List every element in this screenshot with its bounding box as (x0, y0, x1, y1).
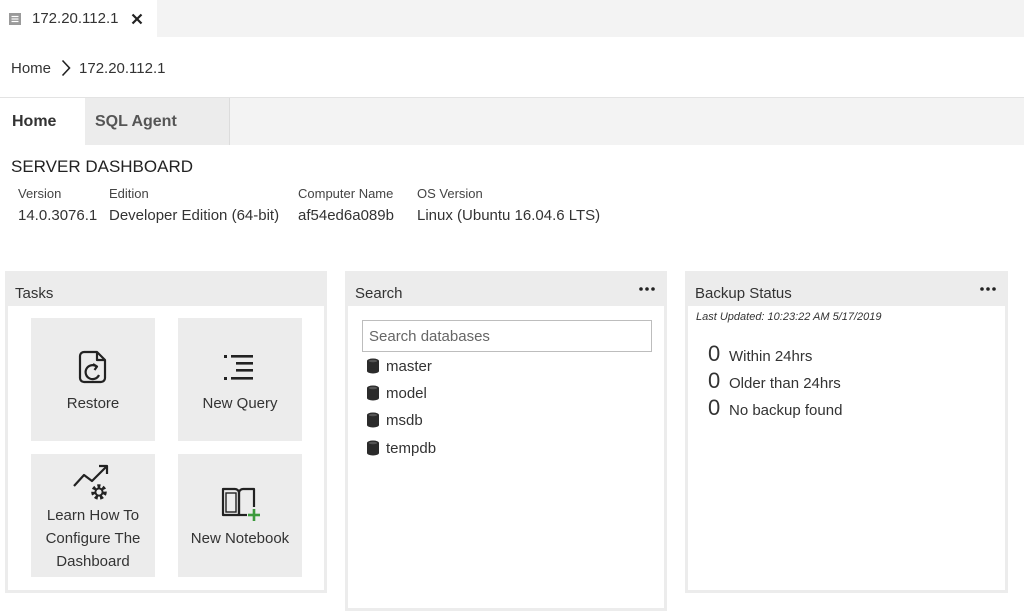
search-widget: Search master model msdb tempdb (345, 271, 667, 611)
backup-label: No backup found (729, 402, 843, 419)
database-item-msdb[interactable]: msdb (366, 409, 423, 431)
close-icon[interactable] (130, 12, 144, 26)
breadcrumb-home[interactable]: Home (11, 60, 51, 77)
database-icon (367, 358, 379, 374)
database-icon (367, 412, 379, 428)
backup-count: 0 (708, 395, 721, 420)
os-version-label: OS Version (417, 186, 483, 201)
new-query-icon (224, 355, 253, 380)
tab-title: 172.20.112.1 (32, 10, 119, 27)
task-label: New Notebook (190, 530, 290, 547)
learn-configure-dashboard-button[interactable]: Learn How To Configure The Dashboard (31, 454, 155, 577)
os-version-value: Linux (Ubuntu 16.04.6 LTS) (417, 207, 601, 224)
more-options-icon[interactable] (979, 282, 997, 296)
backup-row-no-backup-found: 0 No backup found (708, 395, 842, 421)
version-value: 14.0.3076.1 (18, 207, 98, 224)
new-notebook-button[interactable]: New Notebook (178, 454, 302, 577)
task-label-line-3: Dashboard (56, 553, 130, 570)
backup-row-within-24hrs: 0 Within 24hrs (708, 341, 812, 367)
restore-icon (78, 350, 107, 384)
tab-home[interactable]: Home (0, 98, 85, 145)
task-label: New Query (202, 395, 278, 412)
backup-row-older-than-24hrs: 0 Older than 24hrs (708, 368, 841, 394)
computer-name-label: Computer Name (298, 186, 394, 201)
database-name: tempdb (386, 439, 437, 457)
backup-label: Within 24hrs (729, 348, 813, 365)
computer-name-value: af54ed6a089b (298, 207, 394, 224)
editor-tab[interactable]: 172.20.112.1 (0, 0, 157, 37)
more-options-icon[interactable] (638, 282, 656, 296)
new-query-button[interactable]: New Query (178, 318, 302, 441)
tab-sql-agent[interactable]: SQL Agent (85, 98, 230, 145)
database-item-master[interactable]: master (366, 355, 432, 377)
edition-label: Edition (109, 186, 149, 201)
backup-status-widget: Backup Status Last Updated: 10:23:22 AM … (685, 271, 1008, 593)
page-title: SERVER DASHBOARD (11, 157, 194, 176)
database-item-model[interactable]: model (366, 382, 427, 404)
tasks-widget: Tasks Restore New Query Learn How To Con… (5, 271, 327, 593)
widget-header: Backup Status (688, 274, 1005, 306)
backup-count: 0 (708, 368, 721, 393)
breadcrumb-current: 172.20.112.1 (79, 59, 166, 77)
new-notebook-icon (221, 487, 260, 521)
task-label-line-2: Configure The (45, 530, 141, 547)
edition-value: Developer Edition (64-bit) (109, 207, 280, 224)
widget-header: Tasks (8, 274, 324, 306)
chevron-right-icon (61, 59, 71, 77)
restore-button[interactable]: Restore (31, 318, 155, 441)
breadcrumb: Home 172.20.112.1 (11, 57, 166, 79)
last-updated-text: Last Updated: 10:23:22 AM 5/17/2019 (696, 311, 882, 323)
database-name: model (386, 384, 427, 402)
task-label: Restore (66, 395, 120, 412)
database-item-tempdb[interactable]: tempdb (366, 437, 436, 459)
document-icon (9, 12, 21, 25)
backup-count: 0 (708, 341, 721, 366)
configure-dashboard-icon (73, 464, 109, 500)
database-name: msdb (386, 411, 423, 429)
database-icon (367, 385, 379, 401)
task-label-line-1: Learn How To (46, 507, 140, 524)
version-label: Version (18, 186, 62, 201)
database-name: master (386, 357, 432, 375)
widget-title: Search (355, 285, 403, 302)
search-input[interactable] (362, 320, 652, 352)
dashboard-tab-bar: Home SQL Agent (0, 98, 1024, 145)
widget-title: Tasks (15, 285, 54, 302)
widget-header: Search (348, 274, 664, 306)
widget-title: Backup Status (695, 285, 792, 302)
database-icon (367, 440, 379, 456)
backup-label: Older than 24hrs (729, 375, 841, 392)
